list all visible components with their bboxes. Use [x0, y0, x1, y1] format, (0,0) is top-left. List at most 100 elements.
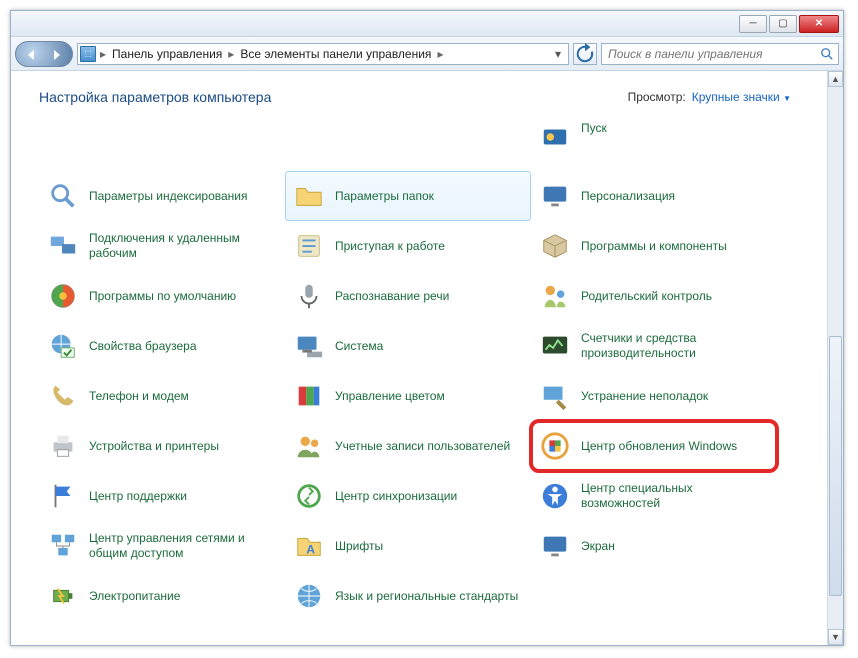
- item-label: Устройства и принтеры: [89, 439, 219, 454]
- item-ease-of-access[interactable]: Центр специальных возможностей: [531, 471, 777, 521]
- content-header: Настройка параметров компьютера Просмотр…: [39, 89, 815, 105]
- item-label: Центр обновления Windows: [581, 439, 737, 454]
- item-label: Устранение неполадок: [581, 389, 708, 404]
- magnifier-icon: [47, 180, 79, 212]
- item-performance[interactable]: Счетчики и средства производительности: [531, 321, 777, 371]
- view-label: Просмотр:: [628, 90, 686, 104]
- chevron-down-icon: ▼: [783, 94, 791, 103]
- view-setting: Просмотр: Крупные значки ▼: [628, 90, 791, 104]
- item-fonts[interactable]: A Шрифты: [285, 521, 531, 571]
- item-troubleshooting[interactable]: Устранение неполадок: [531, 371, 777, 421]
- accessibility-icon: [539, 480, 571, 512]
- item-label: Электропитание: [89, 589, 180, 604]
- scroll-down-button[interactable]: ▼: [828, 629, 843, 645]
- item-system[interactable]: Система: [285, 321, 531, 371]
- view-value: Крупные значки: [692, 90, 780, 104]
- item-start[interactable]: Пуск: [531, 121, 777, 157]
- item-user-accounts[interactable]: Учетные записи пользователей: [285, 421, 531, 471]
- item-label: Родительский контроль: [581, 289, 712, 304]
- address-dropdown-icon[interactable]: ▾: [550, 47, 566, 61]
- network-icon: [47, 530, 79, 562]
- item-network-sharing[interactable]: Центр управления сетями и общим доступом: [39, 521, 285, 571]
- item-label: Программы по умолчанию: [89, 289, 236, 304]
- breadcrumb-sep-icon: ▸: [98, 47, 108, 61]
- nav-back-forward[interactable]: [15, 41, 73, 67]
- close-button[interactable]: ✕: [799, 15, 839, 33]
- generic-icon: [293, 121, 325, 153]
- item-folder-options[interactable]: Параметры папок: [285, 171, 531, 221]
- getting-started-icon: [293, 230, 325, 262]
- page-title: Настройка параметров компьютера: [39, 89, 271, 105]
- minimize-button[interactable]: ─: [739, 15, 767, 33]
- item-label: Подключения к удаленным рабочим: [89, 231, 277, 261]
- scroll-thumb[interactable]: [829, 336, 842, 596]
- item-windows-update[interactable]: Центр обновления Windows: [531, 421, 777, 471]
- content-area: Настройка параметров компьютера Просмотр…: [11, 71, 843, 645]
- item-empty: [531, 571, 777, 621]
- search-input[interactable]: [606, 46, 820, 62]
- control-panel-window: ─ ▢ ✕ ⬚ ▸ Панель управления ▸ Все элемен…: [10, 10, 844, 646]
- item-label: Управление цветом: [335, 389, 445, 404]
- users-icon: [293, 430, 325, 462]
- browser-settings-icon: [47, 330, 79, 362]
- item-label: Телефон и модем: [89, 389, 189, 404]
- items-grid: Пуск Параметры индексирования Параметры …: [39, 121, 815, 621]
- breadcrumb-sep-icon: ▸: [226, 47, 236, 61]
- breadcrumb-item[interactable]: Все элементы панели управления: [238, 47, 433, 61]
- refresh-icon: [574, 43, 596, 65]
- item-internet-options[interactable]: Свойства браузера: [39, 321, 285, 371]
- scroll-track[interactable]: [828, 87, 843, 629]
- item-label: Система: [335, 339, 383, 354]
- item-personalization[interactable]: Персонализация: [531, 171, 777, 221]
- address-bar[interactable]: ⬚ ▸ Панель управления ▸ Все элементы пан…: [77, 43, 569, 65]
- breadcrumb-item[interactable]: Панель управления: [110, 47, 224, 61]
- maximize-button[interactable]: ▢: [769, 15, 797, 33]
- item-speech-recognition[interactable]: Распознавание речи: [285, 271, 531, 321]
- wrench-icon: [539, 380, 571, 412]
- fonts-icon: A: [293, 530, 325, 562]
- item-label: Центр управления сетями и общим доступом: [89, 531, 277, 561]
- item-label: Центр синхронизации: [335, 489, 457, 504]
- item-power-options[interactable]: Электропитание: [39, 571, 285, 621]
- gauge-icon: [539, 330, 571, 362]
- content-inner: Настройка параметров компьютера Просмотр…: [11, 71, 827, 645]
- windows-update-icon: [539, 430, 571, 462]
- item-label: Параметры индексирования: [89, 189, 247, 204]
- sync-icon: [293, 480, 325, 512]
- item-label: Свойства браузера: [89, 339, 197, 354]
- item-getting-started[interactable]: Приступая к работе: [285, 221, 531, 271]
- item-label: Распознавание речи: [335, 289, 449, 304]
- item-action-center[interactable]: Центр поддержки: [39, 471, 285, 521]
- item-remote-connections[interactable]: Подключения к удаленным рабочим: [39, 221, 285, 271]
- item-default-programs[interactable]: Программы по умолчанию: [39, 271, 285, 321]
- item-display[interactable]: Экран: [531, 521, 777, 571]
- item-parental-controls[interactable]: Родительский контроль: [531, 271, 777, 321]
- breadcrumb-sep-icon: ▸: [435, 47, 445, 61]
- item-label: Центр специальных возможностей: [581, 481, 769, 511]
- item-truncated[interactable]: [285, 121, 531, 157]
- remote-icon: [47, 230, 79, 262]
- start-icon: [539, 121, 571, 153]
- item-truncated[interactable]: [39, 121, 285, 157]
- window-titlebar: ─ ▢ ✕: [11, 11, 843, 37]
- scroll-up-button[interactable]: ▲: [828, 71, 843, 87]
- power-icon: [47, 580, 79, 612]
- item-label: Учетные записи пользователей: [335, 439, 510, 454]
- item-color-management[interactable]: Управление цветом: [285, 371, 531, 421]
- item-indexing-options[interactable]: Параметры индексирования: [39, 171, 285, 221]
- item-label: Счетчики и средства производительности: [581, 331, 769, 361]
- vertical-scrollbar[interactable]: ▲ ▼: [827, 71, 843, 645]
- search-box[interactable]: [601, 43, 839, 65]
- system-icon: [293, 330, 325, 362]
- folder-icon: [293, 180, 325, 212]
- box-icon: [539, 230, 571, 262]
- printer-icon: [47, 430, 79, 462]
- refresh-button[interactable]: [573, 43, 597, 65]
- item-sync-center[interactable]: Центр синхронизации: [285, 471, 531, 521]
- item-programs-features[interactable]: Программы и компоненты: [531, 221, 777, 271]
- item-label: Программы и компоненты: [581, 239, 727, 254]
- view-dropdown[interactable]: Крупные значки ▼: [692, 90, 791, 104]
- item-phone-modem[interactable]: Телефон и модем: [39, 371, 285, 421]
- item-devices-printers[interactable]: Устройства и принтеры: [39, 421, 285, 471]
- item-region-language[interactable]: Язык и региональные стандарты: [285, 571, 531, 621]
